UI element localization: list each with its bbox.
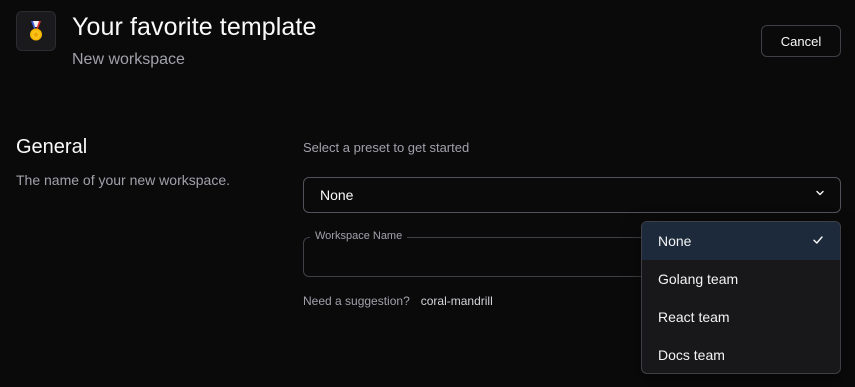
page-title: Your favorite template: [72, 13, 317, 41]
name-suggestion: Need a suggestion? coral-mandrill: [303, 294, 493, 308]
preset-dropdown-menu: None Golang team React team Docs team: [641, 221, 841, 374]
chevron-down-icon: [814, 186, 826, 204]
preset-select[interactable]: None: [303, 177, 841, 213]
preset-option-label: React team: [658, 309, 730, 325]
preset-option-docs-team[interactable]: Docs team: [642, 336, 840, 373]
cancel-button[interactable]: Cancel: [761, 25, 841, 57]
preset-option-label: Docs team: [658, 347, 725, 363]
medal-icon: [16, 11, 56, 51]
preset-option-label: Golang team: [658, 271, 739, 287]
section-description: The name of your new workspace.: [16, 172, 230, 188]
create-workspace-page: Your favorite template New workspace Can…: [0, 0, 855, 387]
workspace-name-label: Workspace Name: [310, 230, 408, 242]
preset-selected-value: None: [320, 187, 354, 203]
preset-option-golang-team[interactable]: Golang team: [642, 260, 840, 298]
preset-option-none[interactable]: None: [642, 222, 840, 260]
suggestion-prompt: Need a suggestion?: [303, 294, 410, 308]
preset-option-react-team[interactable]: React team: [642, 298, 840, 336]
check-icon: [812, 233, 824, 249]
page-subtitle: New workspace: [72, 51, 185, 68]
preset-label: Select a preset to get started: [303, 140, 470, 155]
section-title-general: General: [16, 136, 88, 158]
preset-option-label: None: [658, 233, 692, 249]
suggestion-value[interactable]: coral-mandrill: [421, 294, 493, 308]
